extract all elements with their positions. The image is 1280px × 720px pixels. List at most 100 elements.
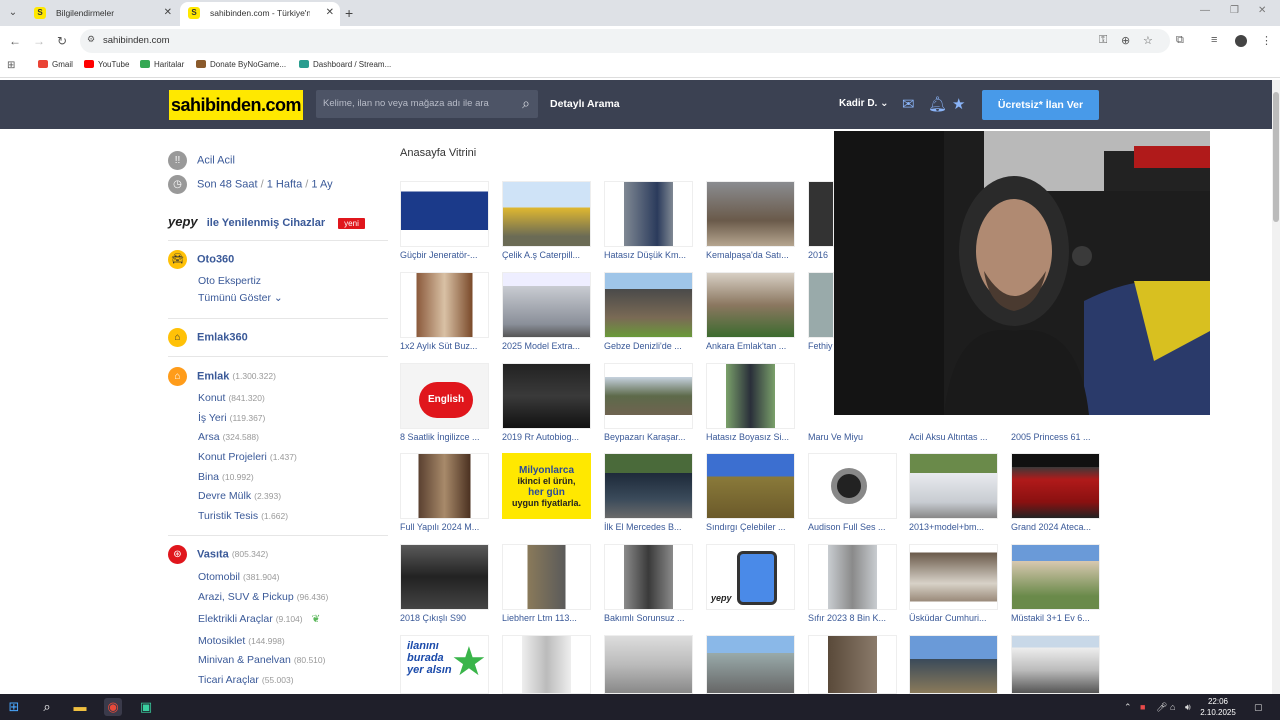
listing-card[interactable]: Üsküdar Cumhuri... bbox=[909, 544, 998, 624]
sidebar-oto-ekspertiz[interactable]: Oto Ekspertiz bbox=[198, 275, 261, 287]
chrome-icon[interactable]: ◉ bbox=[104, 698, 122, 716]
listing-card[interactable]: 2016 bbox=[808, 181, 834, 261]
listing-card[interactable]: Fethiy bbox=[808, 272, 834, 352]
listing-card[interactable]: Grand 2024 Ateca... bbox=[1011, 453, 1100, 533]
listing-card[interactable]: Ankara Emlak'tan ... bbox=[706, 272, 795, 352]
listing-card[interactable]: English 8 Saatlik İngilizce ... bbox=[400, 363, 489, 443]
listing-card[interactable]: Sındırgı Çelebiler ... bbox=[706, 453, 795, 533]
password-key-icon[interactable]: ⚿ bbox=[1099, 34, 1107, 47]
site-info-icon[interactable]: ⚙ bbox=[87, 34, 95, 45]
listing-card[interactable]: Müstakil 3+1 Ev 6... bbox=[1011, 544, 1100, 624]
new-tab-icon[interactable]: + bbox=[345, 5, 353, 21]
sidebar-emlak360[interactable]: ⌂ Emlak360 bbox=[168, 328, 248, 347]
sidebar-yepy[interactable]: yepy ile Yenilenmiş Cihazlar yeni bbox=[168, 214, 365, 229]
detailed-search-link[interactable]: Detaylı Arama bbox=[550, 98, 620, 110]
show-hidden-icons[interactable]: ⌃ bbox=[1124, 702, 1132, 713]
sidebar-emlak[interactable]: ⌂ Emlak (1.300.322) bbox=[168, 367, 276, 386]
listing-card[interactable]: 1x2 Aylık Süt Buz... bbox=[400, 272, 489, 352]
sidebar-item-elektrikli[interactable]: Elektrikli Araçlar (9.104) ❦ bbox=[198, 613, 320, 625]
bookmark-star-icon[interactable]: ☆ bbox=[1143, 34, 1153, 47]
tab-sahibinden[interactable]: S sahibinden.com - Türkiye'nin Ö ✕ bbox=[180, 2, 340, 26]
sidebar-vasita[interactable]: ⊛ Vasıta (805.342) bbox=[168, 545, 268, 564]
user-menu[interactable]: Kadir D. ⌄ bbox=[839, 98, 889, 109]
scrollbar-thumb[interactable] bbox=[1273, 92, 1279, 222]
listing-card[interactable]: Milyonlarca ikinci el ürün, her gün uygun f… bbox=[502, 453, 591, 533]
menu-kebab-icon[interactable]: ⋮ bbox=[1261, 34, 1272, 47]
sidebar-item-ticari[interactable]: Ticari Araçlar (55.003) bbox=[198, 674, 294, 686]
listing-card[interactable]: Sıfır 2023 8 Bin K... bbox=[808, 544, 897, 624]
listing-card[interactable]: Çelik A.ş Caterpill... bbox=[502, 181, 591, 261]
tab-search-icon[interactable]: ⌄ bbox=[4, 4, 22, 22]
bookmark-dashboard[interactable]: Dashboard / Stream... bbox=[299, 60, 391, 69]
bell-icon[interactable]: 🔔︎ bbox=[928, 95, 947, 113]
address-bar[interactable]: ⚙ sahibinden.com bbox=[80, 29, 1170, 53]
sidebar-item-isyeri[interactable]: İş Yeri (119.367) bbox=[198, 412, 265, 424]
listing-card[interactable]: 2013+model+bm... bbox=[909, 453, 998, 533]
page-scrollbar[interactable] bbox=[1272, 80, 1280, 694]
bookmark-donate[interactable]: Donate ByNoGame... bbox=[196, 60, 286, 69]
listing-card[interactable]: Hatasız Düşük Km... bbox=[604, 181, 693, 261]
extensions-icon[interactable]: ⧉ bbox=[1176, 34, 1184, 47]
listing-card[interactable]: 2025 Model Extra... bbox=[502, 272, 591, 352]
listing-card[interactable]: Gebze Denizli'de ... bbox=[604, 272, 693, 352]
forward-icon[interactable]: → bbox=[33, 34, 45, 48]
sidebar-item-konut[interactable]: Konut (841.320) bbox=[198, 392, 265, 404]
listing-card[interactable]: Beypazarı Karaşar... bbox=[604, 363, 693, 443]
sidebar-item-devre-mulk[interactable]: Devre Mülk (2.393) bbox=[198, 490, 281, 502]
listing-card[interactable]: Hatasız Boyasız Si... bbox=[706, 363, 795, 443]
bookmark-haritalar[interactable]: Haritalar bbox=[140, 60, 184, 69]
listing-card[interactable]: İlk El Mercedes B... bbox=[604, 453, 693, 533]
favorites-star-icon[interactable]: ★ bbox=[952, 95, 965, 113]
sidebar-oto360[interactable]: 🚘︎ Oto360 bbox=[168, 250, 234, 269]
listing-card[interactable]: 2019 Rr Autobiog... bbox=[502, 363, 591, 443]
sidebar-item-otomobil[interactable]: Otomobil (381.904) bbox=[198, 571, 279, 583]
listing-card[interactable]: Liebherr Ltm 113... bbox=[502, 544, 591, 624]
sidebar-item-bina[interactable]: Bina (10.992) bbox=[198, 471, 254, 483]
mail-icon[interactable]: ✉ bbox=[902, 95, 915, 113]
sidebar-item-motosiklet[interactable]: Motosiklet (144.998) bbox=[198, 635, 285, 647]
listing-card[interactable]: Full Yapılı 2024 M... bbox=[400, 453, 489, 533]
network-icon[interactable]: ⌂ bbox=[1170, 702, 1175, 712]
close-window-icon[interactable]: ✕ bbox=[1258, 5, 1266, 16]
back-icon[interactable]: ← bbox=[9, 34, 21, 48]
bookmark-youtube[interactable]: YouTube bbox=[84, 60, 129, 69]
taskbar-clock[interactable]: 22:06 2.10.2025 bbox=[1198, 696, 1238, 718]
sidebar-item-konut-projeleri[interactable]: Konut Projeleri (1.437) bbox=[198, 451, 297, 463]
volume-icon[interactable]: 🔊︎ bbox=[1185, 702, 1191, 713]
notifications-icon[interactable]: ▢ bbox=[1254, 702, 1263, 713]
tray-app-icon[interactable]: ■ bbox=[1140, 702, 1145, 712]
site-logo[interactable]: sahibinden.com bbox=[169, 90, 303, 120]
search-input[interactable]: Kelime, ilan no veya mağaza adı ile ara … bbox=[316, 90, 538, 118]
1hafta-link[interactable]: 1 Hafta bbox=[267, 178, 302, 190]
listing-card[interactable]: 2018 Çıkışlı S90 bbox=[400, 544, 489, 624]
restore-icon[interactable]: ❐ bbox=[1230, 5, 1239, 16]
sidebar-acil[interactable]: !! Acil Acil bbox=[168, 151, 235, 170]
sidebar-item-turistik-tesis[interactable]: Turistik Tesis (1.662) bbox=[198, 510, 288, 522]
apps-grid-icon[interactable]: ⊞ bbox=[7, 60, 15, 71]
sidebar-item-arazi-suv[interactable]: Arazi, SUV & Pickup (96.436) bbox=[198, 591, 328, 603]
file-explorer-icon[interactable]: ▬ bbox=[71, 698, 89, 716]
tab-bilgilendirmeler[interactable]: S Bilgilendirmeler ✕ bbox=[26, 2, 178, 26]
reading-list-icon[interactable]: ≡ bbox=[1211, 34, 1217, 46]
profile-avatar[interactable] bbox=[1235, 35, 1247, 47]
windows-start-icon[interactable]: ⊞ bbox=[5, 698, 23, 716]
bookmark-gmail[interactable]: Gmail bbox=[38, 60, 73, 69]
sidebar-show-all[interactable]: Tümünü Göster ⌄ bbox=[198, 292, 283, 304]
1ay-link[interactable]: 1 Ay bbox=[311, 178, 332, 190]
search-icon[interactable]: ⌕ bbox=[38, 698, 56, 716]
zoom-icon[interactable]: ⊕ bbox=[1121, 34, 1130, 47]
reload-icon[interactable]: ↻ bbox=[57, 34, 67, 48]
listing-card[interactable]: Audison Full Ses ... bbox=[808, 453, 897, 533]
microphone-icon[interactable]: 🎤︎ bbox=[1156, 702, 1167, 713]
close-tab-icon[interactable]: ✕ bbox=[164, 2, 172, 24]
app-icon[interactable]: ▣ bbox=[137, 698, 155, 716]
minimize-icon[interactable]: — bbox=[1200, 5, 1210, 16]
post-ad-button[interactable]: Ücretsiz* İlan Ver bbox=[982, 90, 1099, 120]
listing-card[interactable]: Bakımlı Sorunsuz ... bbox=[604, 544, 693, 624]
close-tab-icon[interactable]: ✕ bbox=[326, 2, 334, 24]
listing-card[interactable]: Kemalpaşa'da Satı... bbox=[706, 181, 795, 261]
listing-card[interactable]: Güçbir Jeneratör-... bbox=[400, 181, 489, 261]
son48-link[interactable]: Son 48 Saat bbox=[197, 178, 258, 190]
listing-card[interactable]: yepy bbox=[706, 544, 795, 624]
sidebar-item-arsa[interactable]: Arsa (324.588) bbox=[198, 431, 259, 443]
